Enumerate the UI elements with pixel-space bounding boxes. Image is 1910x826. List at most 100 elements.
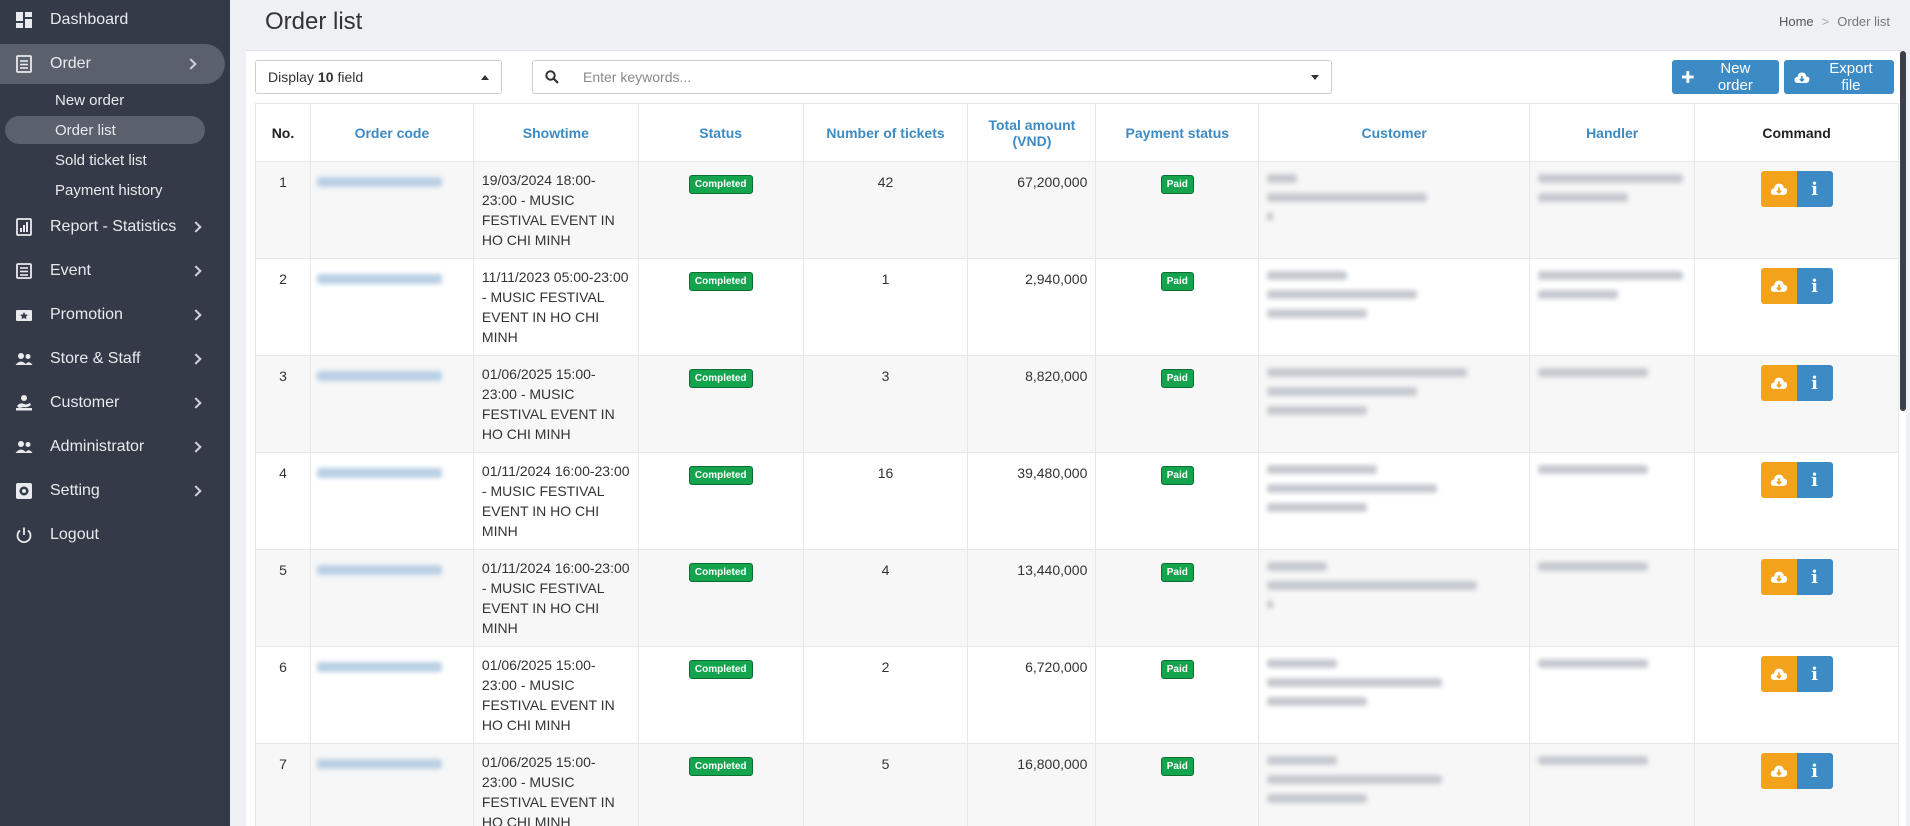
sidebar-subitem-new-order[interactable]: New order	[0, 86, 230, 114]
download-button[interactable]	[1760, 171, 1797, 207]
sidebar-item-event[interactable]: Event	[0, 251, 230, 291]
info-button[interactable]: i	[1796, 559, 1833, 595]
display-suffix: field	[337, 69, 364, 85]
status-badge: Completed	[688, 272, 753, 291]
download-button[interactable]	[1760, 268, 1797, 304]
status-badge: Completed	[688, 660, 753, 679]
cell-amount: 16,800,000	[967, 743, 1097, 826]
column-header-customer[interactable]: Customer	[1258, 103, 1531, 162]
sidebar-subitem-payment-history[interactable]: Payment history	[0, 176, 230, 204]
cell-amount: 67,200,000	[967, 161, 1097, 259]
cell-order-code[interactable]	[309, 355, 474, 453]
download-button[interactable]	[1760, 753, 1797, 789]
column-header-total-amount[interactable]: Total amount (VND)	[967, 103, 1097, 162]
info-button[interactable]: i	[1796, 171, 1833, 207]
cell-tickets: 1	[802, 258, 969, 356]
export-file-button[interactable]: Export file	[1784, 60, 1894, 94]
chevron-right-icon	[190, 397, 202, 409]
column-header-showtime[interactable]: Showtime	[472, 103, 639, 162]
search-box	[532, 60, 1332, 94]
event-icon	[16, 263, 32, 279]
cell-showtime: 19/03/2024 18:00-23:00 - MUSIC FESTIVAL …	[472, 161, 639, 259]
column-header-handler[interactable]: Handler	[1529, 103, 1696, 162]
column-header-status[interactable]: Status	[637, 103, 804, 162]
cell-command: i	[1694, 549, 1899, 647]
table-row: 5 01/11/2024 16:00-23:00 - MUSIC FESTIVA…	[255, 549, 1899, 647]
promotion-icon	[16, 310, 32, 321]
column-header-tickets[interactable]: Number of tickets	[802, 103, 969, 162]
sidebar: Dashboard Order New order Order list Sol…	[0, 0, 230, 826]
scrollbar-thumb[interactable]	[1900, 51, 1906, 411]
sidebar-item-label: Dashboard	[50, 11, 129, 28]
info-icon: i	[1811, 760, 1818, 782]
cell-payment: Paid	[1095, 452, 1260, 550]
sidebar-item-dashboard[interactable]: Dashboard	[0, 0, 230, 40]
sidebar-subitem-label: Order list	[55, 121, 116, 139]
cell-order-code[interactable]	[309, 161, 474, 259]
sidebar-item-report[interactable]: Report - Statistics	[0, 207, 230, 247]
info-button[interactable]: i	[1796, 753, 1833, 789]
table-header-row: No. Order code Showtime Status Number of…	[255, 103, 1899, 162]
search-input[interactable]	[583, 65, 1283, 89]
sidebar-item-customer[interactable]: Customer	[0, 383, 230, 423]
table-row: 3 01/06/2025 15:00-23:00 - MUSIC FESTIVA…	[255, 355, 1899, 453]
logout-icon	[16, 527, 32, 544]
new-order-button[interactable]: New order	[1672, 60, 1779, 94]
cell-tickets: 5	[802, 743, 969, 826]
download-button[interactable]	[1760, 559, 1797, 595]
cloud-download-icon	[1770, 765, 1787, 777]
cell-tickets: 42	[802, 161, 969, 259]
sidebar-item-store-staff[interactable]: Store & Staff	[0, 339, 230, 379]
info-button[interactable]: i	[1796, 365, 1833, 401]
cell-no: 1	[255, 161, 311, 259]
sidebar-item-order[interactable]: Order	[0, 44, 225, 84]
chevron-right-icon	[185, 58, 197, 70]
search-icon	[545, 70, 559, 84]
cell-order-code[interactable]	[309, 258, 474, 356]
caret-up-icon	[481, 75, 489, 80]
info-button[interactable]: i	[1796, 462, 1833, 498]
cell-command: i	[1694, 646, 1899, 744]
cell-handler	[1529, 452, 1696, 550]
sidebar-item-label: Administrator	[50, 438, 145, 455]
cell-order-code[interactable]	[309, 549, 474, 647]
cell-order-code[interactable]	[309, 646, 474, 744]
sidebar-item-administrator[interactable]: Administrator	[0, 427, 230, 467]
scrollbar[interactable]	[1900, 51, 1906, 826]
info-icon: i	[1811, 469, 1818, 491]
chevron-right-icon	[190, 485, 202, 497]
column-header-payment-status[interactable]: Payment status	[1095, 103, 1260, 162]
info-icon: i	[1811, 663, 1818, 685]
info-icon: i	[1811, 566, 1818, 588]
table-row: 6 01/06/2025 15:00-23:00 - MUSIC FESTIVA…	[255, 646, 1899, 744]
cell-amount: 2,940,000	[967, 258, 1097, 356]
cell-tickets: 4	[802, 549, 969, 647]
cell-order-code[interactable]	[309, 452, 474, 550]
breadcrumb-home[interactable]: Home	[1779, 14, 1814, 29]
cell-handler	[1529, 646, 1696, 744]
cell-amount: 13,440,000	[967, 549, 1097, 647]
sidebar-item-logout[interactable]: Logout	[0, 515, 230, 555]
sidebar-subitem-sold-ticket-list[interactable]: Sold ticket list	[0, 146, 230, 174]
download-button[interactable]	[1760, 656, 1797, 692]
cell-showtime: 01/11/2024 16:00-23:00 - MUSIC FESTIVAL …	[472, 549, 639, 647]
info-button[interactable]: i	[1796, 656, 1833, 692]
sidebar-subitem-order-list[interactable]: Order list	[5, 116, 205, 144]
caret-down-icon[interactable]	[1311, 75, 1319, 80]
status-badge: Completed	[688, 757, 753, 776]
table-row: 1 19/03/2024 18:00-23:00 - MUSIC FESTIVA…	[255, 161, 1899, 259]
sidebar-item-setting[interactable]: Setting	[0, 471, 230, 511]
cell-payment: Paid	[1095, 646, 1260, 744]
cell-status: Completed	[637, 646, 804, 744]
info-button[interactable]: i	[1796, 268, 1833, 304]
cell-handler	[1529, 743, 1696, 826]
display-count-select[interactable]: Display 10 field	[255, 60, 502, 94]
cloud-download-icon	[1770, 183, 1787, 195]
download-button[interactable]	[1760, 462, 1797, 498]
table-row: 4 01/11/2024 16:00-23:00 - MUSIC FESTIVA…	[255, 452, 1899, 550]
download-button[interactable]	[1760, 365, 1797, 401]
sidebar-item-promotion[interactable]: Promotion	[0, 295, 230, 335]
column-header-order-code[interactable]: Order code	[309, 103, 474, 162]
cell-no: 6	[255, 646, 311, 744]
cell-order-code[interactable]	[309, 743, 474, 826]
